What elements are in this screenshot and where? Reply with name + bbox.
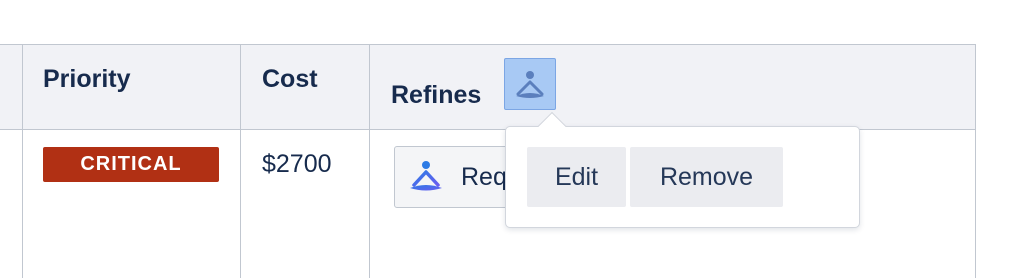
column-divider	[369, 44, 370, 278]
table-header-row	[0, 44, 976, 130]
refines-chip-label: Req	[461, 163, 507, 191]
column-divider	[22, 44, 23, 278]
cost-value: $2700	[262, 150, 332, 178]
column-header-priority[interactable]: Priority	[43, 65, 131, 94]
edit-button[interactable]: Edit	[527, 147, 626, 207]
refines-user-icon-button[interactable]	[504, 58, 556, 110]
remove-button[interactable]: Remove	[630, 147, 783, 207]
priority-badge: CRITICAL	[43, 147, 219, 182]
column-divider	[240, 44, 241, 278]
column-header-cost[interactable]: Cost	[262, 65, 318, 94]
column-header-refines[interactable]: Refines	[391, 81, 481, 110]
user-avatar-icon	[516, 71, 544, 98]
user-avatar-icon	[410, 161, 442, 191]
table-right-border	[975, 44, 976, 278]
